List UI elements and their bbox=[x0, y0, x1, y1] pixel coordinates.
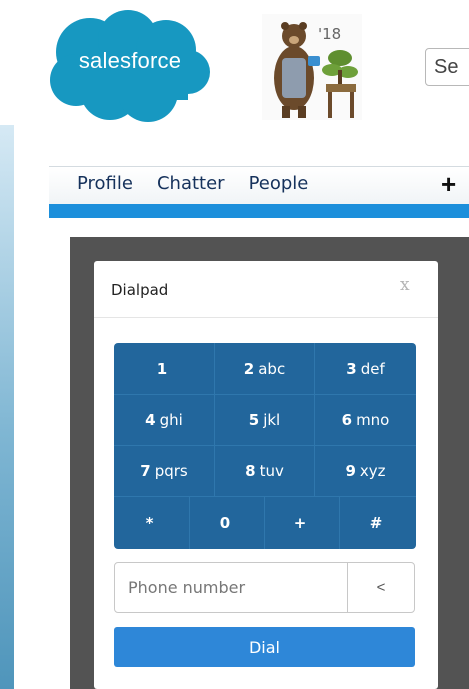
modal-header: Dialpad x bbox=[94, 261, 438, 318]
key-digit: 5 bbox=[248, 411, 260, 429]
nav-tabs: Profile Chatter People bbox=[77, 173, 332, 194]
key-digit: 8 bbox=[245, 462, 256, 480]
key-digit: 4 bbox=[145, 411, 156, 429]
key-digit: 9 bbox=[345, 462, 356, 480]
backspace-icon[interactable]: < bbox=[347, 563, 414, 612]
key-letters: mno bbox=[356, 411, 390, 429]
key-7[interactable]: 7 pqrs bbox=[114, 446, 215, 497]
key-4[interactable]: 4 ghi bbox=[114, 395, 215, 446]
badge-year: '18 bbox=[318, 25, 342, 43]
key-6[interactable]: 6 mno bbox=[315, 395, 416, 446]
key-digit: * bbox=[145, 514, 154, 532]
dialpad-modal: Dialpad x 1 2 abc 3 def 4 ghi 5 jkl 6 mno 7 pq… bbox=[94, 261, 438, 689]
key-hash[interactable]: # bbox=[340, 497, 416, 549]
key-3[interactable]: 3 def bbox=[315, 343, 416, 395]
key-1[interactable]: 1 bbox=[114, 343, 215, 395]
key-digit: 2 bbox=[243, 359, 255, 378]
bear-mascot-icon bbox=[262, 14, 362, 120]
key-letters: tuv bbox=[259, 462, 284, 480]
salesforce-logo[interactable]: salesforce bbox=[48, 10, 212, 128]
key-letters: pqrs bbox=[154, 462, 188, 480]
logo-text: salesforce bbox=[78, 48, 182, 73]
key-letters: def bbox=[360, 359, 385, 378]
nav-accent-bar bbox=[49, 204, 469, 218]
left-gradient-strip bbox=[0, 120, 14, 689]
app-header: salesforce '18 Se bbox=[0, 0, 469, 125]
close-icon[interactable]: x bbox=[400, 275, 410, 295]
key-digit: 3 bbox=[346, 359, 357, 378]
key-8[interactable]: 8 tuv bbox=[215, 446, 315, 497]
key-5[interactable]: 5 jkl bbox=[215, 395, 315, 446]
global-search-input[interactable]: Se bbox=[425, 48, 469, 86]
phone-row: < bbox=[114, 562, 415, 613]
key-letters: xyz bbox=[359, 462, 386, 480]
phone-number-input[interactable] bbox=[115, 563, 347, 612]
modal-title: Dialpad bbox=[111, 281, 169, 299]
keypad: 1 2 abc 3 def 4 ghi 5 jkl 6 mno 7 pqrs 8 tuv 9x… bbox=[114, 343, 416, 549]
key-star[interactable]: * bbox=[114, 497, 190, 549]
key-digit: 0 bbox=[219, 514, 231, 532]
key-digit: 6 bbox=[341, 411, 353, 429]
key-2[interactable]: 2 abc bbox=[215, 343, 315, 395]
key-letters: ghi bbox=[159, 411, 183, 429]
key-0[interactable]: 0 bbox=[190, 497, 265, 549]
key-plus[interactable]: + bbox=[265, 497, 340, 549]
plus-icon[interactable]: + bbox=[441, 169, 456, 200]
key-letters: jkl bbox=[263, 411, 281, 429]
tab-profile[interactable]: Profile bbox=[77, 173, 133, 194]
key-digit: + bbox=[293, 514, 307, 532]
nav-bar: Profile Chatter People + bbox=[49, 166, 469, 219]
key-letters: abc bbox=[258, 359, 286, 378]
key-9[interactable]: 9 xyz bbox=[315, 446, 416, 497]
key-digit: # bbox=[369, 514, 383, 532]
dial-button[interactable]: Dial bbox=[114, 627, 415, 667]
tab-people[interactable]: People bbox=[249, 173, 309, 194]
key-digit: 1 bbox=[156, 359, 168, 378]
key-digit: 7 bbox=[140, 462, 151, 480]
tab-chatter[interactable]: Chatter bbox=[157, 173, 225, 194]
